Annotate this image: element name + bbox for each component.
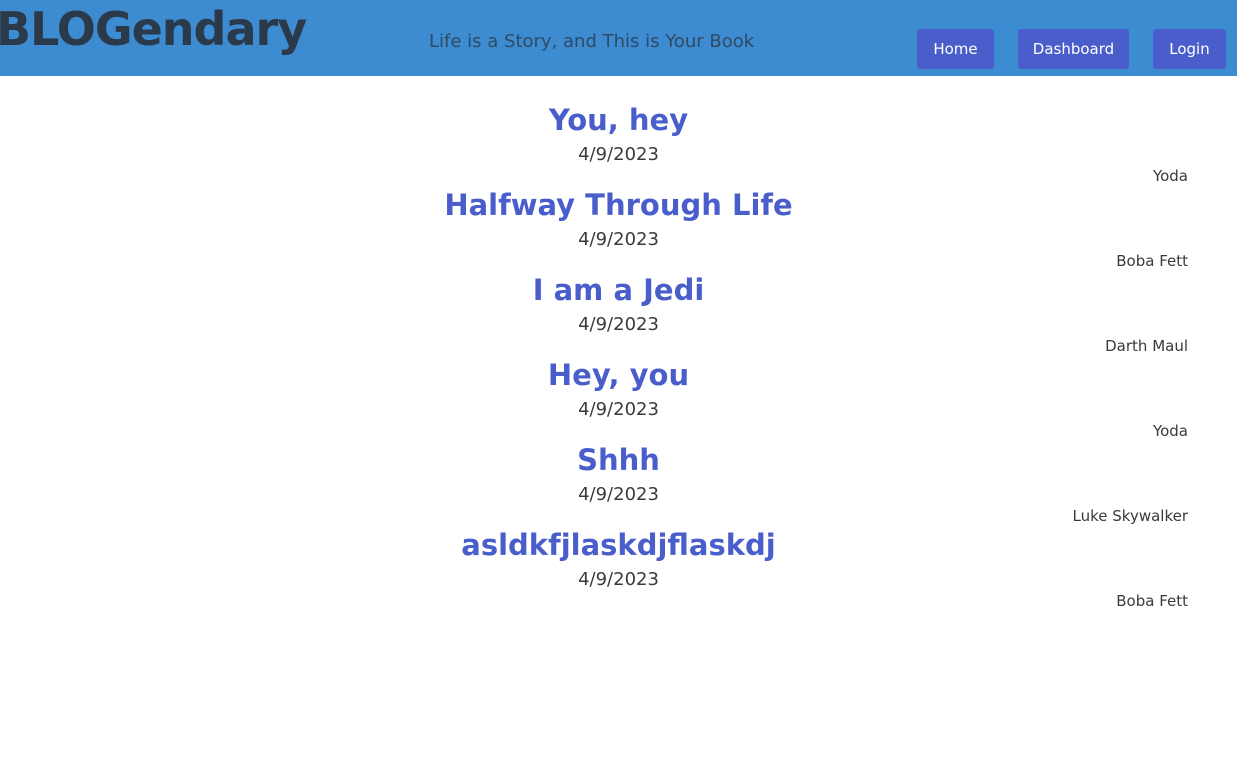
post-author: Darth Maul [1105, 337, 1188, 355]
post-author: Boba Fett [1116, 592, 1188, 610]
post-title[interactable]: Halfway Through Life [0, 185, 1237, 225]
post-date: 4/9/2023 [578, 144, 659, 165]
home-button[interactable]: Home [917, 29, 994, 69]
post-date: 4/9/2023 [578, 399, 659, 420]
post-item: Halfway Through Life 4/9/2023 Boba Fett [0, 185, 1237, 270]
site-brand[interactable]: BLOGendary [0, 2, 307, 56]
post-author: Yoda [1152, 167, 1188, 185]
site-tagline: Life is a Story, and This is Your Book [429, 31, 755, 52]
post-date: 4/9/2023 [578, 569, 659, 590]
post-date: 4/9/2023 [578, 314, 659, 335]
post-item: I am a Jedi 4/9/2023 Darth Maul [0, 270, 1237, 355]
site-header: BLOGendary Life is a Story, and This is … [0, 0, 1237, 76]
post-title[interactable]: I am a Jedi [0, 270, 1237, 310]
post-title[interactable]: Hey, you [0, 355, 1237, 395]
post-title[interactable]: You, hey [0, 100, 1237, 140]
post-item: You, hey 4/9/2023 Yoda [0, 100, 1237, 185]
post-item: Hey, you 4/9/2023 Yoda [0, 355, 1237, 440]
dashboard-button[interactable]: Dashboard [1018, 29, 1129, 69]
post-date: 4/9/2023 [578, 229, 659, 250]
post-author: Yoda [1152, 422, 1188, 440]
post-list: You, hey 4/9/2023 Yoda Halfway Through L… [0, 100, 1237, 610]
post-title[interactable]: Shhh [0, 440, 1237, 480]
login-button[interactable]: Login [1153, 29, 1226, 69]
post-date: 4/9/2023 [578, 484, 659, 505]
post-author: Luke Skywalker [1072, 507, 1188, 525]
post-item: asldkfjlaskdjflaskdj 4/9/2023 Boba Fett [0, 525, 1237, 610]
post-item: Shhh 4/9/2023 Luke Skywalker [0, 440, 1237, 525]
post-author: Boba Fett [1116, 252, 1188, 270]
post-title[interactable]: asldkfjlaskdjflaskdj [0, 525, 1237, 565]
